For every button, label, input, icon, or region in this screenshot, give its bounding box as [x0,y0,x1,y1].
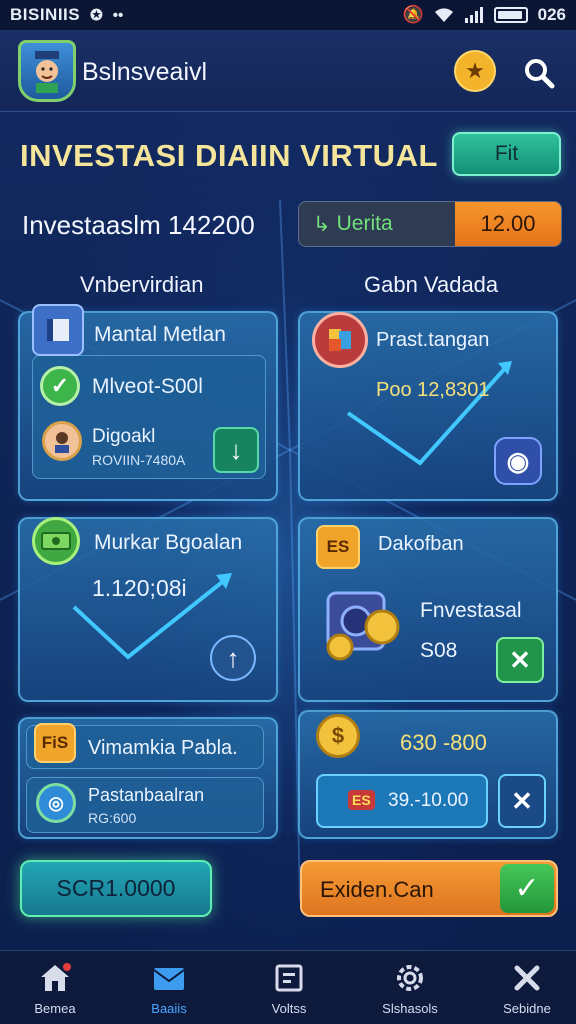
book-graphic [47,319,69,341]
card-vimamkia-subtitle: Pastanbaalran [88,785,205,805]
investment-label: Investaaslm 142200 [22,210,255,240]
shield-badge: FiS [34,723,76,763]
record-button[interactable]: ◉ [494,437,542,485]
close-icon: ✕ [511,785,533,816]
card-prast-title: Prast.tangan [376,329,490,351]
avatar [42,421,82,461]
card-prast-value: Poo 12,8301 [376,379,490,401]
nav-label: Sebidne [503,1001,551,1016]
exiden-label: Exiden.Can [320,877,434,902]
fit-button[interactable]: Fit [452,132,561,176]
arrow-up-icon: ↑ [226,642,240,673]
person-icon [55,432,69,453]
messenger-icon: ✪ [90,7,103,24]
book-icon [32,304,84,356]
app-header: Bslnsveaivl ★ [0,30,576,112]
card-dakof-title: Dakofban [378,533,464,555]
nav-label: Bemea [34,1001,76,1016]
card-murkar-value: 1.120;08i [92,575,187,601]
gear-icon [355,961,465,995]
search-icon[interactable] [522,56,556,90]
pill-value: 12.00 [455,202,561,246]
column-label-left: Vnbervirdian [80,272,204,297]
nav-label: Voltss [271,1001,307,1016]
trend-icon: ↳ [313,213,331,236]
dollar-coin-icon: $ [316,714,360,758]
mute-icon: 🔕 [402,5,424,24]
money-icon [32,517,80,565]
check-icon: ✓ [40,366,80,406]
cancel-button[interactable]: ✕ [496,637,544,683]
clock: 026 [537,5,566,24]
card-coin-value: 630 -800 [400,730,487,755]
rewards-button[interactable]: ★ [454,50,496,92]
card-dakof-line2: S08 [420,639,458,662]
card-mantal-row2-sub: ROVIIN-7480A [92,452,186,468]
cube-icon [312,312,368,368]
card-dakof[interactable]: ES Dakofban Fnvestasal S08 ✕ [298,517,558,702]
app-logo [18,40,76,102]
upload-button[interactable]: ↑ [210,635,256,681]
investment-pill[interactable]: ↳ Uerita 12.00 [298,201,562,247]
card-mantal-row1: Mlveot-S00l [92,375,203,398]
card-vimamkia-title: Vimamkia Pabla. [88,737,238,759]
column-label-right: Gabn Vadada [364,272,499,297]
score-button[interactable]: SCR1.0000 [20,860,212,917]
clear-button[interactable]: ✕ [498,774,546,828]
star-face-icon: ★ [465,58,485,83]
battery-icon [493,7,528,23]
field-tag: ES [348,790,375,810]
ledger-icon [234,961,344,995]
close-icon: ✕ [509,644,531,675]
nav-label: Baaiis [151,1001,187,1016]
card-vimamkia[interactable]: FiS Vimamkia Pabla. ◎ Pastanbaalran RG:6… [18,717,278,839]
card-murkar-title: Murkar Bgoalan [94,531,243,554]
pill-left-label: Uerita [336,212,393,235]
page-title: INVESTASI DIAIIN VIRTUAL [20,138,438,173]
more-dots-icon: •• [112,6,124,24]
card-dakof-line1: Fnvestasal [420,599,522,622]
arrow-down-icon: ↓ [229,434,243,465]
card-mantal-title: Mantal Metlan [94,323,226,346]
nav-item-voltss[interactable]: Voltss [234,961,344,1016]
cash-graphic [41,532,71,550]
cube-graphic [329,329,351,351]
nav-item-baaiis[interactable]: Baaiis [114,961,224,1016]
card-coin[interactable]: $ 630 -800 ES 39.-10.00 ✕ [298,710,558,839]
signal-icon [464,7,483,23]
card-mantal-row2-title: Digoakl [92,426,156,447]
envelope-icon [114,961,224,995]
nav-item-home[interactable]: Bemea [0,961,110,1016]
mascot-icon [35,51,59,93]
wifi-icon [434,8,453,22]
download-button[interactable]: ↓ [213,427,259,473]
bottom-nav: Bemea Baaiis Voltss Slshasols Sebidne [0,950,576,1024]
nav-item-slshasols[interactable]: Slshasols [355,961,465,1016]
shield-badge: ES [316,525,360,569]
card-vimamkia-subvalue: RG:600 [88,810,137,826]
exiden-button[interactable]: Exiden.Can ✓ [300,860,558,917]
nav-label: Slshasols [382,1001,438,1016]
coin-icon: ◎ [36,783,76,823]
status-bar: BISINIIS ✪ •• 🔕 026 [0,0,576,30]
trend-chart-graphic [346,361,512,466]
confirm-check-icon[interactable]: ✓ [500,864,554,913]
home-icon [0,961,110,995]
carrier-name: BISINIIS [10,5,81,24]
tools-icon [472,961,576,995]
circle-icon: ◉ [506,445,530,476]
coin-field-value: 39.-10.00 [388,790,469,811]
safe-coins-icon [326,591,400,661]
nav-item-sebidne[interactable]: Sebidne [472,961,576,1016]
app-title: Bslnsveaivl [82,58,208,86]
